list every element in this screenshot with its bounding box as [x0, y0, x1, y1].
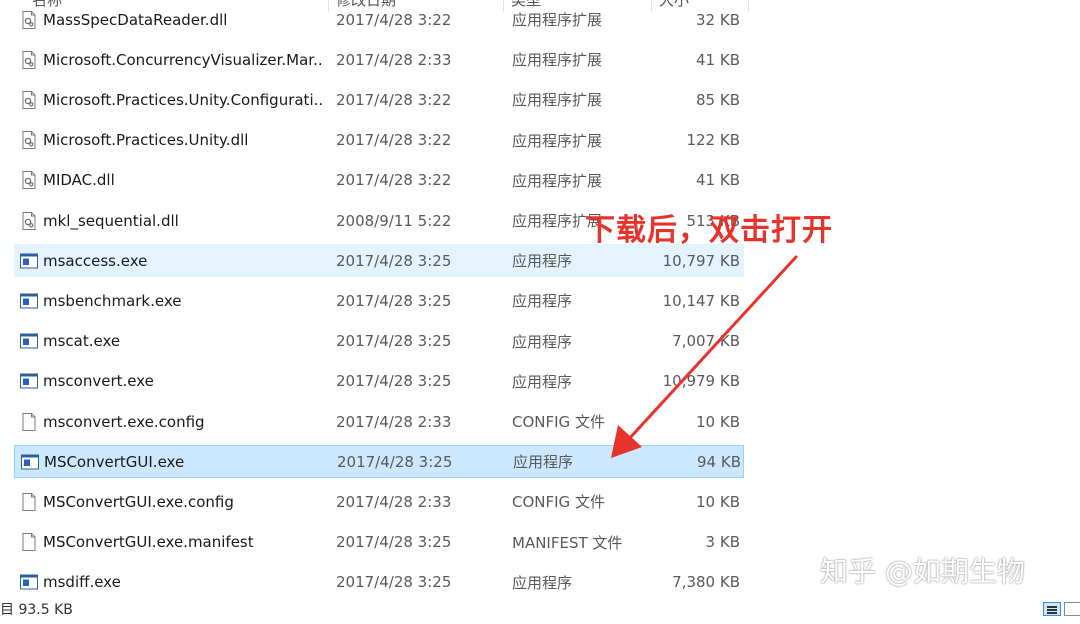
- status-bar: 目 93.5 KB: [0, 600, 1080, 618]
- zhihu-watermark: 知乎 @如期生物: [820, 555, 1025, 588]
- annotation-arrow: [611, 255, 798, 458]
- list-lines-icon: [1047, 606, 1057, 608]
- status-text: 目 93.5 KB: [0, 602, 73, 618]
